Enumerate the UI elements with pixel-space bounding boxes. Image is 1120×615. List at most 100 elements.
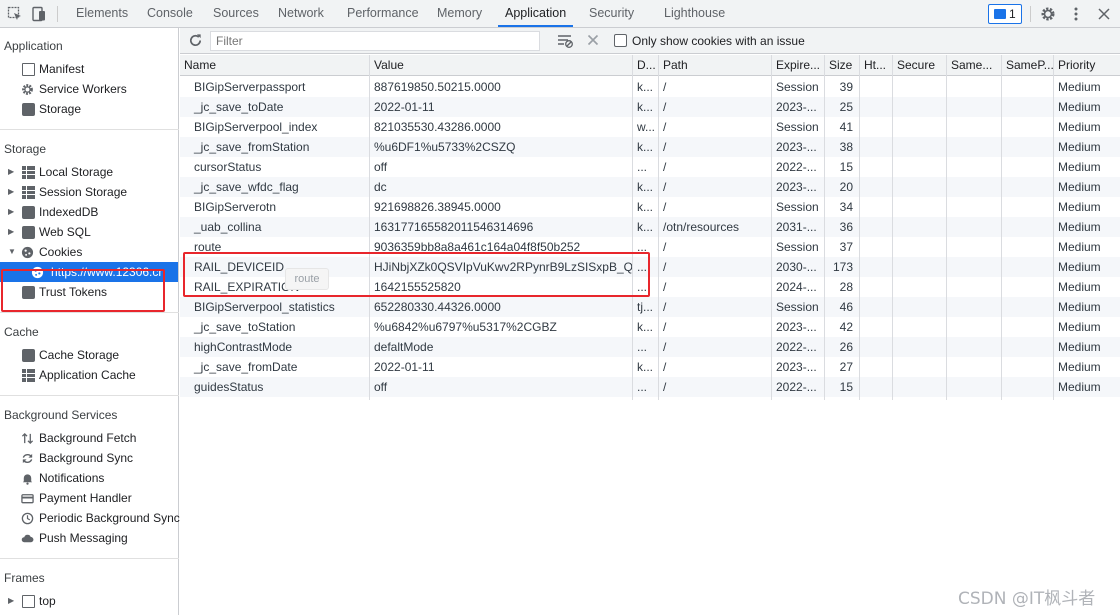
cell-value: dc	[374, 180, 387, 194]
cell-samesite	[947, 137, 1001, 157]
table-row[interactable]: BIGipServerotn 921698826.38945.0000 k... / S…	[180, 197, 1120, 217]
sidebar-item-periodic-background-sync[interactable]: Periodic Background Sync	[0, 508, 180, 528]
section-divider	[0, 558, 179, 559]
section-title-application: Application	[4, 39, 63, 53]
cell-size: 36	[839, 220, 853, 234]
column-header-priority[interactable]: Priority	[1054, 55, 1120, 76]
clear-all-cookies-icon[interactable]	[557, 33, 573, 48]
expand-arrow-icon[interactable]: ▶	[8, 591, 16, 611]
sidebar-item-cookies[interactable]: ▼ Cookies	[0, 242, 178, 262]
sidebar-item-application-cache[interactable]: Application Cache	[0, 365, 178, 385]
table-row[interactable]: BIGipServerpassport 887619850.50215.0000 k…	[180, 77, 1120, 97]
sidebar-item-notifications[interactable]: Notifications	[0, 468, 178, 488]
collapse-arrow-icon[interactable]: ▼	[8, 242, 16, 262]
cell-secure	[893, 337, 946, 357]
expand-arrow-icon[interactable]: ▶	[8, 162, 16, 182]
only-issues-label[interactable]: Only show cookies with an issue	[632, 34, 805, 48]
filter-input[interactable]	[210, 31, 540, 51]
sidebar-item-frame-top[interactable]: ▶ top	[0, 591, 178, 611]
cell-priority: Medium	[1058, 160, 1101, 174]
sidebar-item-payment-handler[interactable]: Payment Handler	[0, 488, 178, 508]
table-row[interactable]: BIGipServerpool_index 821035530.43286.000…	[180, 117, 1120, 137]
cell-path: /	[663, 140, 667, 154]
tab-console[interactable]: Console	[147, 0, 193, 27]
clock-icon	[21, 512, 34, 525]
column-header-value[interactable]: Value	[370, 55, 632, 76]
tab-elements[interactable]: Elements	[76, 0, 128, 27]
tab-application[interactable]: Application	[498, 0, 574, 27]
cell-priority: Medium	[1058, 220, 1101, 234]
cell-priority: Medium	[1058, 200, 1101, 214]
issues-counter-button[interactable]: 1	[988, 4, 1022, 24]
device-toolbar-icon[interactable]	[31, 6, 47, 22]
cell-priority: Medium	[1058, 80, 1101, 94]
column-header-samesite[interactable]: Same...	[947, 55, 1001, 76]
tab-lighthouse[interactable]: Lighthouse	[664, 0, 725, 27]
table-row[interactable]: _jc_save_toStation %u6842%u6797%u5317%2CG…	[180, 317, 1120, 337]
cell-domain: w...	[637, 120, 656, 134]
sidebar-item-background-fetch[interactable]: Background Fetch	[0, 428, 178, 448]
delete-selected-icon[interactable]	[587, 34, 599, 46]
column-header-secure[interactable]: Secure	[893, 55, 946, 76]
table-row[interactable]: _jc_save_toDate 2022-01-11 k... / 2023-... 25…	[180, 97, 1120, 117]
cell-domain: ...	[637, 380, 648, 394]
column-header-name[interactable]: Name	[180, 55, 369, 76]
cell-expires: Session	[776, 80, 819, 94]
cell-expires: Session	[776, 120, 819, 134]
close-devtools-icon[interactable]	[1096, 6, 1112, 22]
cell-size: 28	[839, 280, 853, 294]
section-title-background-services: Background Services	[4, 408, 118, 422]
column-header-httponly[interactable]: Ht...	[860, 55, 892, 76]
expand-arrow-icon[interactable]: ▶	[8, 222, 16, 242]
sidebar-item-cache-storage[interactable]: Cache Storage	[0, 345, 178, 365]
only-issues-checkbox[interactable]	[614, 34, 627, 47]
expand-arrow-icon[interactable]: ▶	[8, 202, 16, 222]
sidebar-item-service-workers[interactable]: Service Workers	[0, 79, 178, 99]
database-icon	[22, 349, 35, 362]
cell-samesite	[947, 117, 1001, 137]
expand-arrow-icon[interactable]: ▶	[8, 182, 16, 202]
column-header-path[interactable]: Path	[659, 55, 771, 76]
table-row[interactable]: highContrastMode defaltMode... / 2022-... 26…	[180, 337, 1120, 357]
column-header-size[interactable]: Size	[825, 55, 859, 76]
tab-memory[interactable]: Memory	[437, 0, 482, 27]
cell-path: /	[663, 200, 667, 214]
tab-performance[interactable]: Performance	[347, 0, 419, 27]
table-row[interactable]: _jc_save_fromDate 2022-01-11 k... / 2023-...…	[180, 357, 1120, 377]
table-row[interactable]: _jc_save_fromStation %u6DF1%u5733%2CSZQ k.…	[180, 137, 1120, 157]
sidebar-item-push-messaging[interactable]: Push Messaging	[0, 528, 178, 548]
table-row[interactable]: guidesStatus off... / 2022-... 15 Medium	[180, 377, 1120, 397]
tab-security[interactable]: Security	[589, 0, 634, 27]
cell-sameparty	[1002, 377, 1053, 397]
sidebar-item-session-storage[interactable]: ▶ Session Storage	[0, 182, 178, 202]
table-row[interactable]: _uab_collina 163177165582011546314696 k...…	[180, 217, 1120, 237]
section-divider	[0, 129, 179, 130]
sidebar-item-background-sync[interactable]: Background Sync	[0, 448, 178, 468]
settings-gear-icon[interactable]	[1040, 6, 1056, 22]
column-header-sameparty[interactable]: SameP...	[1002, 55, 1053, 76]
sidebar-item-local-storage[interactable]: ▶ Local Storage	[0, 162, 178, 182]
table-row[interactable]: _jc_save_wfdc_flag dc k... / 2023-... 20 Mediu…	[180, 177, 1120, 197]
column-header-domain[interactable]: D...	[633, 55, 658, 76]
cell-samesite	[947, 237, 1001, 257]
tab-network[interactable]: Network	[278, 0, 324, 27]
cell-path: /	[663, 80, 667, 94]
sidebar-item-indexeddb[interactable]: ▶ IndexedDB	[0, 202, 178, 222]
more-options-icon[interactable]	[1068, 6, 1084, 22]
refresh-icon[interactable]	[188, 33, 203, 48]
tab-sources[interactable]: Sources	[213, 0, 259, 27]
sidebar-item-web-sql[interactable]: ▶ Web SQL	[0, 222, 178, 242]
cell-sameparty	[1002, 337, 1053, 357]
sidebar-item-label: Storage	[39, 102, 82, 116]
cell-expires: 2023-...	[776, 180, 817, 194]
cell-size: 27	[839, 360, 853, 374]
cell-sameparty	[1002, 257, 1053, 277]
sidebar-item-storage[interactable]: Storage	[0, 99, 178, 119]
cell-value: 163177165582011546314696	[374, 220, 534, 234]
inspect-element-icon[interactable]	[7, 6, 23, 22]
sidebar-item-manifest[interactable]: Manifest	[0, 59, 178, 79]
cell-httponly	[860, 197, 892, 217]
table-row[interactable]: BIGipServerpool_statistics 652280330.4432…	[180, 297, 1120, 317]
table-row[interactable]: cursorStatus off... / 2022-... 15 Medium	[180, 157, 1120, 177]
column-header-expires[interactable]: Expire...	[772, 55, 824, 76]
